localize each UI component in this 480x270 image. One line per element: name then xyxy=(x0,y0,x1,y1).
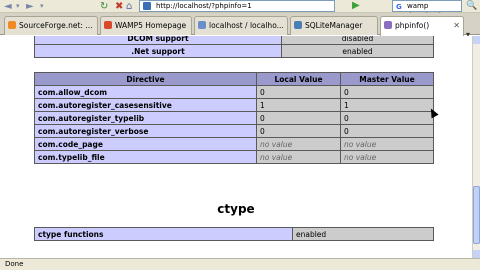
master-value-cell: no value xyxy=(340,150,434,164)
table-row: com.code_page no value no value xyxy=(34,137,434,151)
reload-icon[interactable]: ↻ xyxy=(100,1,108,12)
master-value-cell: no value xyxy=(340,137,434,151)
directive-cell: com.autoregister_casesensitive xyxy=(34,98,257,112)
forward-dropdown-icon[interactable]: ▾ xyxy=(40,1,44,12)
search-bar[interactable]: G wamp download xyxy=(392,0,462,20)
status-text: Done xyxy=(5,260,24,268)
tab-label: phpinfo() xyxy=(395,21,430,30)
page-content: DCOM support disabled .Net support enabl… xyxy=(0,36,472,258)
tab-favicon-icon xyxy=(104,21,112,29)
table-row: DCOM support disabled xyxy=(34,36,434,45)
local-value-cell: 0 xyxy=(256,85,341,99)
master-value-cell: 0 xyxy=(340,111,434,125)
no-value-text: no value xyxy=(260,139,293,149)
com-directives-table: Directive Local Value Master Value com.a… xyxy=(34,72,434,164)
table-cell-value: enabled xyxy=(281,44,434,58)
navigation-toolbar: ◄ ▾ ► ▾ ↻ ✖ ⌂ http://localhost/?phpinfo=… xyxy=(0,0,480,20)
table-cell-label: ctype functions xyxy=(34,227,293,241)
google-search-icon: G xyxy=(396,3,402,11)
table-cell-label: .Net support xyxy=(34,44,282,58)
tab-label: SourceForge.net: ... xyxy=(19,21,93,30)
search-go-icon[interactable]: 🔍 xyxy=(466,1,477,11)
tab-label: WAMP5 Homepage xyxy=(115,21,187,30)
table-row: com.autoregister_typelib 0 0 xyxy=(34,111,434,125)
address-bar[interactable]: http://localhost/?phpinfo=1 xyxy=(139,0,335,12)
tab-sqlitemanager[interactable]: SQLiteManager xyxy=(290,16,378,35)
stop-icon[interactable]: ✖ xyxy=(115,1,123,12)
table-row: com.autoregister_casesensitive 1 1 xyxy=(34,98,434,112)
directive-cell: com.typelib_file xyxy=(34,150,257,164)
tab-wamp5[interactable]: WAMP5 Homepage xyxy=(100,16,192,35)
home-icon[interactable]: ⌂ xyxy=(126,1,132,12)
table-cell-value: disabled xyxy=(281,36,434,45)
address-text: http://localhost/?phpinfo=1 xyxy=(156,2,252,10)
directive-cell: com.code_page xyxy=(34,137,257,151)
master-value-cell: 0 xyxy=(340,85,434,99)
local-value-cell: 0 xyxy=(256,124,341,138)
tab-favicon-icon xyxy=(8,21,16,29)
local-value-cell: 1 xyxy=(256,98,341,112)
table-row: com.allow_dcom 0 0 xyxy=(34,85,434,99)
no-value-text: no value xyxy=(344,139,377,149)
top-info-table: DCOM support disabled .Net support enabl… xyxy=(34,36,434,58)
forward-arrow-icon[interactable]: ► xyxy=(26,1,34,12)
vertical-scrollbar[interactable] xyxy=(472,36,480,258)
table-cell-label: DCOM support xyxy=(34,36,282,45)
master-value-cell: 0 xyxy=(340,124,434,138)
no-value-text: no value xyxy=(344,152,377,162)
scroll-up-icon[interactable] xyxy=(473,36,480,44)
no-value-text: no value xyxy=(260,152,293,162)
column-header: Directive xyxy=(34,72,257,86)
scroll-down-icon[interactable] xyxy=(473,250,480,258)
tab-favicon-icon xyxy=(198,21,206,29)
local-value-cell: no value xyxy=(256,150,341,164)
close-tab-icon[interactable]: ✕ xyxy=(453,17,460,34)
scrollbar-thumb[interactable] xyxy=(473,186,480,244)
tab-bar: SourceForge.net: ... WAMP5 Homepage loca… xyxy=(0,13,480,39)
tab-localhost[interactable]: localhost / localho... xyxy=(194,16,288,35)
column-header: Master Value xyxy=(340,72,434,86)
tab-sourceforge[interactable]: SourceForge.net: ... xyxy=(4,16,98,35)
table-row: .Net support enabled xyxy=(34,44,434,58)
tab-favicon-icon xyxy=(294,21,302,29)
ctype-table: ctype functions enabled xyxy=(34,227,434,241)
table-row: com.autoregister_verbose 0 0 xyxy=(34,124,434,138)
tab-phpinfo[interactable]: phpinfo() ✕ xyxy=(380,16,464,36)
directive-cell: com.allow_dcom xyxy=(34,85,257,99)
master-value-cell: 1 xyxy=(340,98,434,112)
go-button-icon[interactable]: ▶ xyxy=(352,0,362,12)
tab-favicon-icon xyxy=(384,21,392,29)
status-bar: Done xyxy=(0,258,480,270)
table-cell-value: enabled xyxy=(292,227,434,241)
directive-cell: com.autoregister_typelib xyxy=(34,111,257,125)
page-favicon-icon xyxy=(143,2,151,10)
table-row: ctype functions enabled xyxy=(34,227,434,241)
table-header-row: Directive Local Value Master Value xyxy=(34,72,434,86)
tab-label: localhost / localho... xyxy=(209,21,284,30)
local-value-cell: 0 xyxy=(256,111,341,125)
table-row: com.typelib_file no value no value xyxy=(34,150,434,164)
tab-label: SQLiteManager xyxy=(305,21,363,30)
local-value-cell: no value xyxy=(256,137,341,151)
directive-cell: com.autoregister_verbose xyxy=(34,124,257,138)
back-dropdown-icon[interactable]: ▾ xyxy=(16,1,20,12)
section-heading: ctype xyxy=(217,202,255,216)
column-header: Local Value xyxy=(256,72,341,86)
back-arrow-icon[interactable]: ◄ xyxy=(4,1,12,12)
